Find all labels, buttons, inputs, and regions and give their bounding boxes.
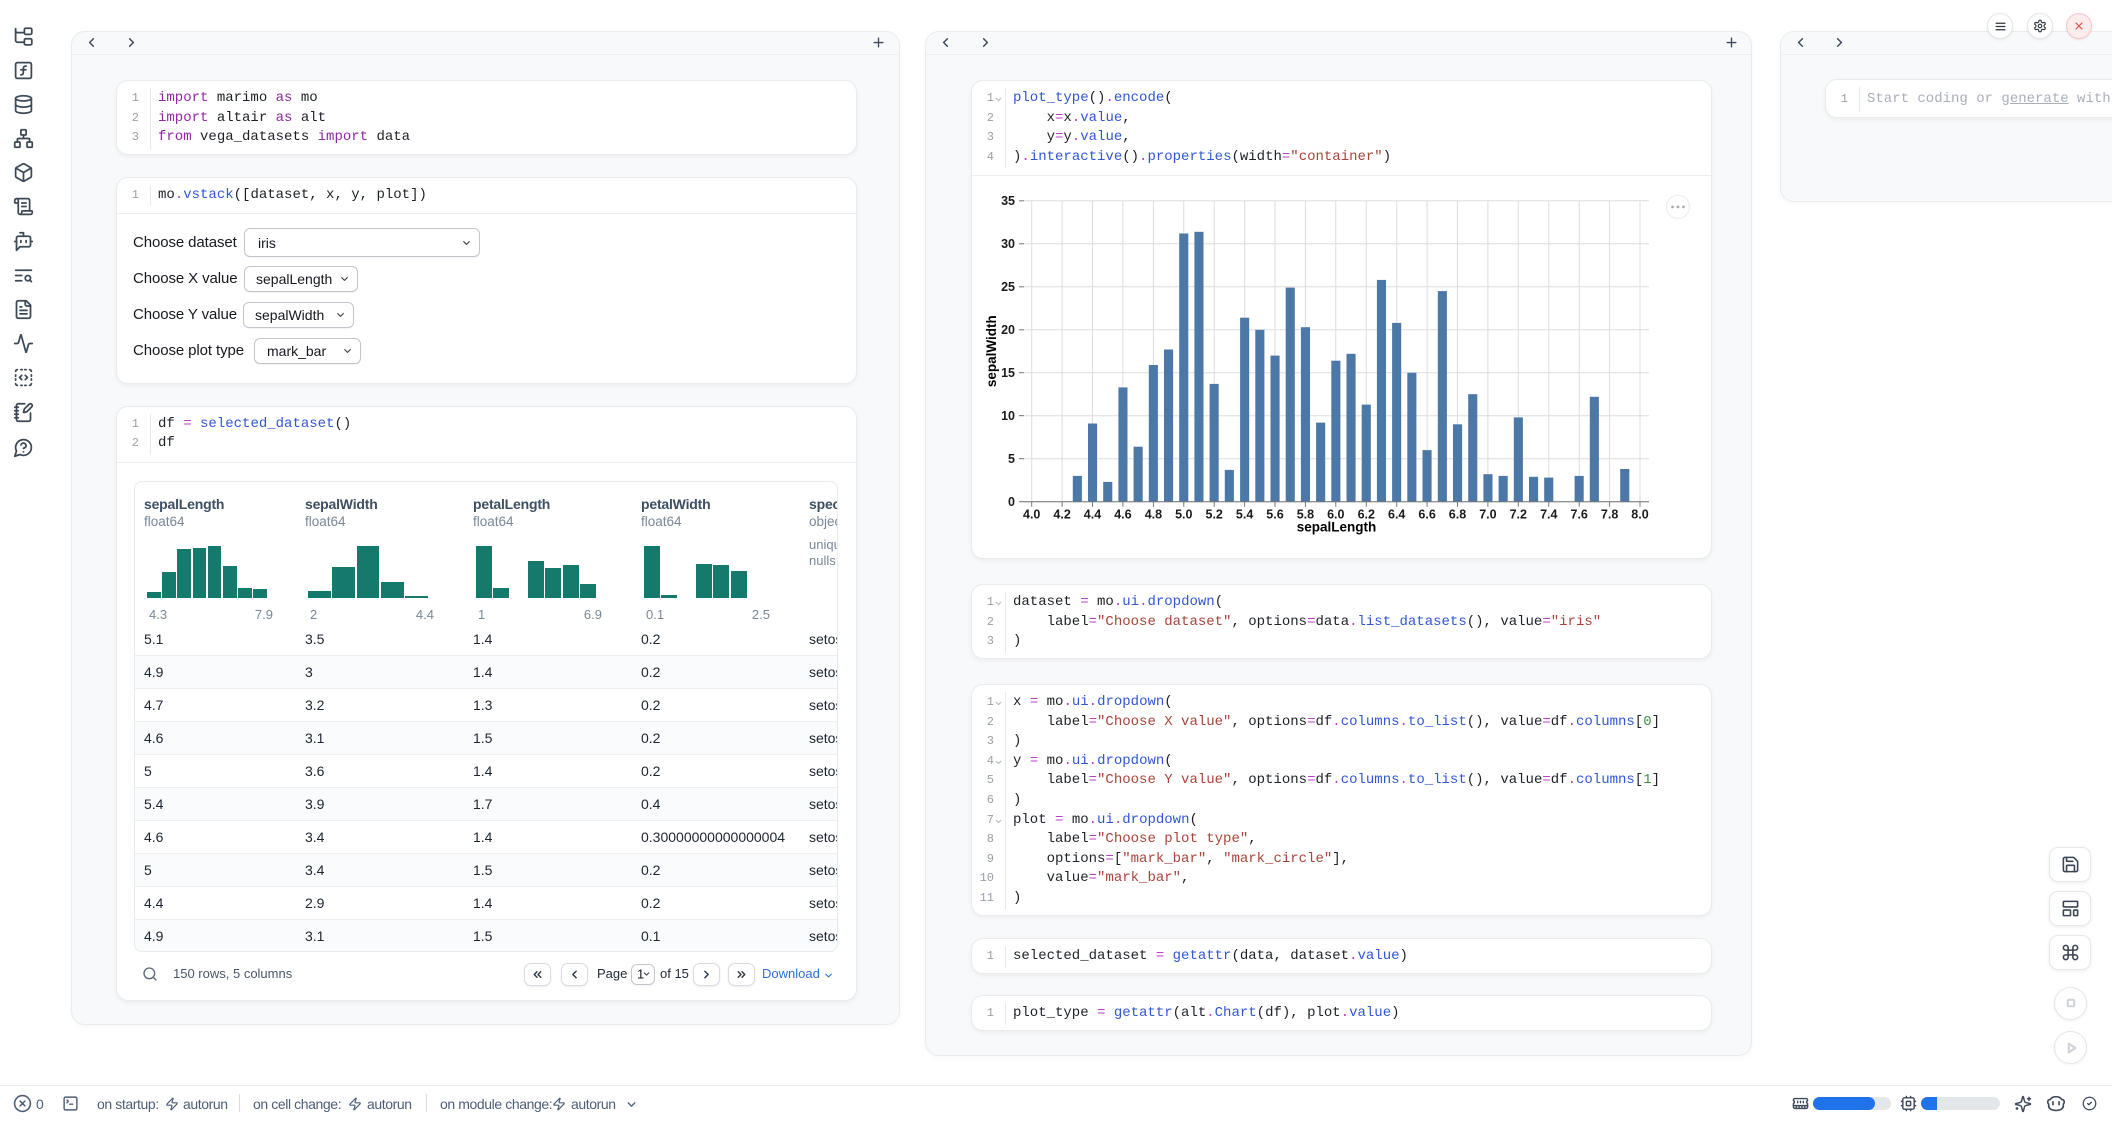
svg-text:0: 0 [1008,495,1015,509]
svg-text:sepalWidth: sepalWidth [984,315,999,387]
svg-text:5.0: 5.0 [1175,508,1192,522]
svg-text:7.8: 7.8 [1601,508,1618,522]
svg-text:7.4: 7.4 [1540,508,1557,522]
svg-text:6.6: 6.6 [1418,508,1435,522]
svg-text:15: 15 [1001,366,1015,380]
svg-text:5: 5 [1008,452,1015,466]
svg-text:25: 25 [1001,280,1015,294]
svg-text:10: 10 [1001,409,1015,423]
svg-text:8.0: 8.0 [1631,508,1648,522]
svg-text:5.2: 5.2 [1206,508,1223,522]
svg-text:4.4: 4.4 [1084,508,1101,522]
svg-text:4.8: 4.8 [1145,508,1162,522]
svg-text:5.4: 5.4 [1236,508,1253,522]
svg-text:4.2: 4.2 [1053,508,1070,522]
svg-text:35: 35 [1001,194,1015,208]
svg-text:7.2: 7.2 [1510,508,1527,522]
svg-text:6.8: 6.8 [1449,508,1466,522]
svg-text:20: 20 [1001,323,1015,337]
svg-text:30: 30 [1001,237,1015,251]
svg-text:7.6: 7.6 [1571,508,1588,522]
svg-text:7.0: 7.0 [1479,508,1496,522]
svg-text:4.6: 4.6 [1114,508,1131,522]
svg-text:5.6: 5.6 [1266,508,1283,522]
svg-text:sepalLength: sepalLength [1297,520,1377,535]
svg-text:6.4: 6.4 [1388,508,1405,522]
svg-text:4.0: 4.0 [1023,508,1040,522]
